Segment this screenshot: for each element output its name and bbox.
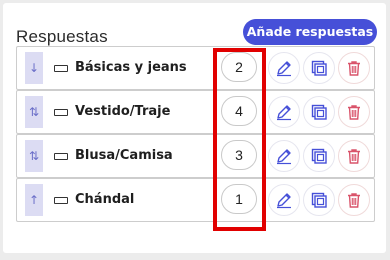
- answer-label: Blusa/Camisa: [75, 148, 173, 163]
- drag-handle-icon[interactable]: ⇅: [25, 140, 43, 172]
- answer-row: ↓ Básicas y jeans 2: [16, 46, 375, 90]
- edit-button[interactable]: [268, 96, 300, 128]
- delete-button[interactable]: [338, 140, 370, 172]
- drag-handle-icon[interactable]: ⇅: [25, 96, 43, 128]
- edit-button[interactable]: [268, 184, 300, 216]
- trash-icon: [348, 193, 360, 208]
- answer-label: Chándal: [75, 192, 135, 207]
- duplicate-button[interactable]: [303, 140, 335, 172]
- trash-icon: [348, 61, 360, 76]
- text-field-icon: [54, 197, 68, 204]
- section-title: Respuestas: [16, 27, 108, 46]
- pencil-icon: [277, 61, 291, 77]
- answer-label: Vestido/Traje: [75, 104, 171, 119]
- edit-button[interactable]: [268, 52, 300, 84]
- add-responses-button[interactable]: Añade respuestas: [243, 19, 377, 45]
- answer-row: ⇅ Vestido/Traje 4: [16, 90, 375, 134]
- edit-button[interactable]: [268, 140, 300, 172]
- pencil-icon: [277, 105, 291, 121]
- duplicate-icon: [311, 60, 327, 76]
- duplicate-icon: [311, 192, 327, 208]
- delete-button[interactable]: [338, 184, 370, 216]
- pencil-icon: [277, 193, 291, 209]
- answer-row: ↑ Chándal 1: [16, 178, 375, 222]
- answer-label: Básicas y jeans: [75, 60, 187, 75]
- pencil-icon: [277, 149, 291, 165]
- responses-panel: Respuestas Añade respuestas ↓ Básicas y …: [3, 3, 386, 253]
- text-field-icon: [54, 65, 68, 72]
- duplicate-button[interactable]: [303, 96, 335, 128]
- answer-row: ⇅ Blusa/Camisa 3: [16, 134, 375, 178]
- trash-icon: [348, 149, 360, 164]
- text-field-icon: [54, 153, 68, 160]
- delete-button[interactable]: [338, 96, 370, 128]
- text-field-icon: [54, 109, 68, 116]
- duplicate-icon: [311, 104, 327, 120]
- duplicate-button[interactable]: [303, 52, 335, 84]
- answer-list: ↓ Básicas y jeans 2 ⇅ Vestido/Traje 4 ⇅ …: [16, 46, 375, 222]
- drag-handle-icon[interactable]: ↓: [25, 52, 43, 84]
- points-column-highlight: [213, 48, 266, 231]
- duplicate-button[interactable]: [303, 184, 335, 216]
- duplicate-icon: [311, 148, 327, 164]
- delete-button[interactable]: [338, 52, 370, 84]
- trash-icon: [348, 105, 360, 120]
- drag-handle-icon[interactable]: ↑: [25, 184, 43, 216]
